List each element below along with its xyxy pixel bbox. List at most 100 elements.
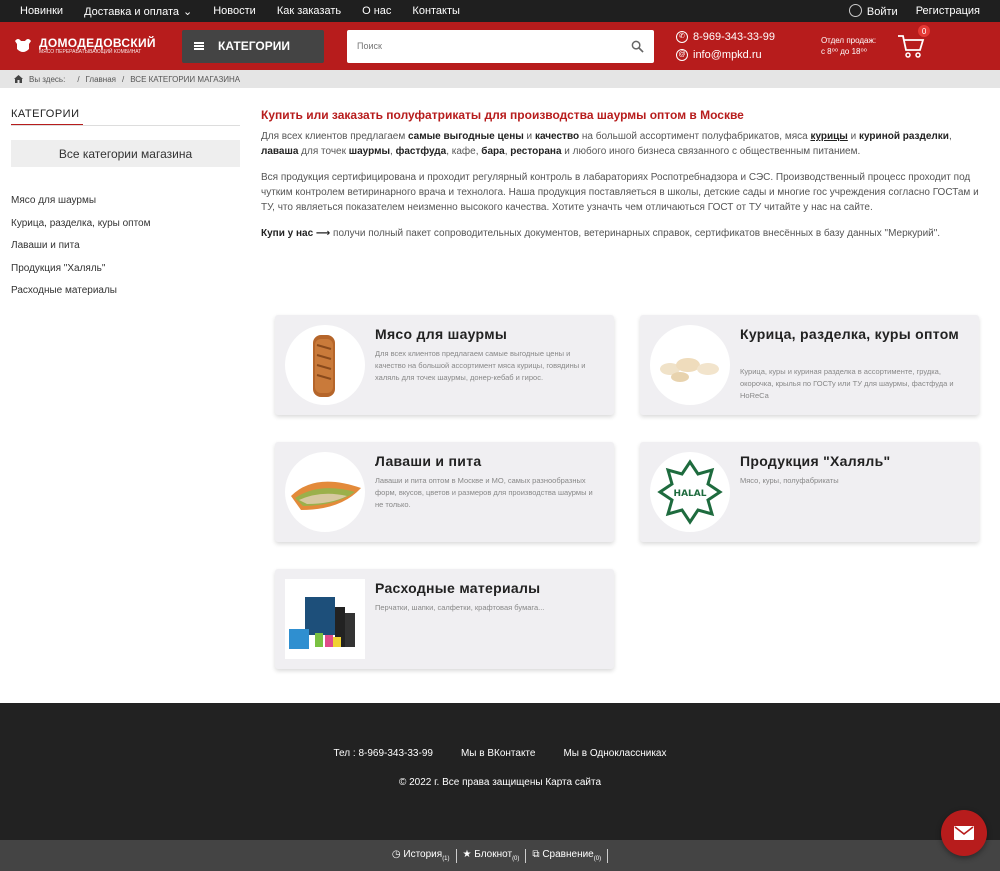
text-bold: бара bbox=[481, 146, 505, 157]
all-categories-button[interactable]: Все категории магазина bbox=[11, 140, 240, 167]
category-card-halal[interactable]: HALAL Продукция "Халяль" Мясо, куры, пол… bbox=[640, 442, 979, 542]
halal-text: HALAL bbox=[674, 489, 707, 499]
history-icon: ◷ bbox=[391, 849, 401, 860]
search-box bbox=[347, 29, 654, 63]
text-span: и bbox=[523, 131, 535, 142]
search-icon[interactable] bbox=[631, 40, 644, 53]
sidebar-item-lavash[interactable]: Лаваши и пита bbox=[11, 240, 240, 263]
home-icon bbox=[14, 75, 23, 83]
nav-item-news[interactable]: Новости bbox=[213, 5, 256, 18]
toolbar-divider bbox=[455, 848, 457, 863]
hamburger-icon bbox=[194, 42, 204, 50]
email-row[interactable]: @ info@mpkd.ru bbox=[676, 46, 775, 64]
text-span: и любого иного бизнеса связанного с обще… bbox=[561, 146, 861, 157]
user-icon bbox=[848, 4, 862, 17]
sales-hours-value: с 8⁰⁰ до 18⁰⁰ bbox=[820, 47, 867, 56]
text-bold: фастфуда bbox=[395, 146, 447, 157]
nav-item-delivery-label: Доставка и оплата bbox=[84, 5, 179, 18]
text-bold: куриной разделки bbox=[859, 131, 949, 142]
footer-ok-link[interactable]: Мы в Одноклассниках bbox=[563, 748, 666, 759]
nav-item-delivery[interactable]: Доставка и оплата ⌄ bbox=[84, 5, 192, 18]
supplies-image bbox=[285, 579, 365, 659]
sidebar-item-chicken[interactable]: Курица, разделка, куры оптом bbox=[11, 218, 240, 241]
site-header: ДОМОДЕДОВСКИЙ МЯСО ПЕРЕРАБАТЫВАЮЩИЙ КОМБ… bbox=[0, 22, 1000, 70]
text-bold: самые выгодные цены bbox=[408, 131, 524, 142]
card-title: Мясо для шаурмы bbox=[375, 326, 508, 342]
doner-meat-image bbox=[285, 325, 365, 405]
login-label: Войти bbox=[866, 6, 898, 18]
category-card-shawarma-meat[interactable]: Мясо для шаурмы Для всех клиентов предла… bbox=[275, 315, 614, 415]
card-title: Лаваши и пита bbox=[375, 453, 482, 469]
notebook-label: Блокнот bbox=[474, 849, 513, 860]
history-count: (1) bbox=[442, 856, 450, 862]
intro-paragraph: Для всех клиентов предлагаем самые выгод… bbox=[261, 129, 981, 159]
login-link[interactable]: Войти bbox=[848, 4, 898, 18]
card-description: Перчатки, шапки, салфетки, крафтовая бум… bbox=[375, 603, 545, 612]
site-footer: Тел : 8-969-343-33-99 Мы в ВКонтакте Мы … bbox=[0, 703, 1000, 840]
sidebar-item-shawarma-meat[interactable]: Мясо для шаурмы bbox=[11, 195, 240, 218]
toolbar-divider bbox=[607, 848, 609, 863]
category-card-chicken[interactable]: Курица, разделка, куры оптом Курица, кур… bbox=[640, 315, 979, 415]
main-content: Купить или заказать полуфатрикаты для пр… bbox=[261, 108, 981, 252]
text-bold: шаурмы bbox=[348, 146, 391, 157]
message-button[interactable] bbox=[941, 810, 987, 856]
compare-link[interactable]: ⧉ Сравнение(0) bbox=[532, 849, 601, 862]
breadcrumb-separator: / bbox=[122, 74, 125, 84]
compare-count: (0) bbox=[593, 856, 602, 862]
categories-button[interactable]: КАТЕГОРИИ bbox=[182, 29, 324, 63]
documents-paragraph: Купи у нас ⟶ получи полный пакет сопрово… bbox=[261, 226, 981, 241]
sales-hours-label: Отдел продаж: bbox=[820, 36, 877, 45]
nav-item-new[interactable]: Новинки bbox=[20, 5, 63, 18]
breadcrumb-home[interactable]: Главная bbox=[86, 75, 116, 84]
phone-icon: ✆ bbox=[676, 31, 688, 43]
breadcrumb-label: Вы здесь: bbox=[29, 74, 66, 84]
text-span: и bbox=[847, 131, 859, 142]
sidebar-item-supplies[interactable]: Расходные материалы bbox=[11, 285, 240, 308]
chevron-down-icon: ⌄ bbox=[183, 5, 193, 18]
compare-icon: ⧉ bbox=[532, 849, 540, 860]
logo-subtitle: МЯСО ПЕРЕРАБАТЫВАЮЩИЙ КОМБИНАТ bbox=[39, 49, 142, 55]
notebook-link[interactable]: ★ Блокнот(0) bbox=[463, 849, 520, 862]
sidebar-title: КАТЕГОРИИ bbox=[11, 108, 83, 126]
register-link[interactable]: Регистрация bbox=[916, 5, 980, 17]
footer-phone[interactable]: Тел : 8-969-343-33-99 bbox=[334, 748, 433, 759]
cart-button[interactable]: 0 bbox=[896, 25, 931, 61]
logo[interactable]: ДОМОДЕДОВСКИЙ МЯСО ПЕРЕРАБАТЫВАЮЩИЙ КОМБ… bbox=[12, 35, 182, 57]
text-bold: качество bbox=[534, 131, 580, 142]
header-phone: 8-969-343-33-99 bbox=[693, 31, 775, 43]
header-email: info@mpkd.ru bbox=[693, 49, 762, 61]
card-title: Расходные материалы bbox=[375, 580, 541, 596]
nav-item-how-to-order[interactable]: Как заказать bbox=[277, 5, 341, 18]
history-link[interactable]: ◷ История(1) bbox=[392, 849, 450, 862]
phone-row[interactable]: ✆ 8-969-343-33-99 bbox=[676, 28, 775, 46]
sidebar-item-halal[interactable]: Продукция "Халяль" bbox=[11, 263, 240, 286]
text-bold: ресторана bbox=[510, 146, 562, 157]
toolbar-divider bbox=[525, 848, 527, 863]
logo-title: ДОМОДЕДОВСКИЙ bbox=[39, 36, 156, 50]
sidebar-category-list: Мясо для шаурмы Курица, разделка, куры о… bbox=[11, 195, 240, 308]
card-description: Лаваши и пита оптом в Москве и МО, самых… bbox=[375, 476, 593, 509]
category-card-supplies[interactable]: Расходные материалы Перчатки, шапки, сал… bbox=[275, 569, 614, 669]
footer-links: Тел : 8-969-343-33-99 Мы в ВКонтакте Мы … bbox=[0, 748, 1000, 759]
footer-vk-link[interactable]: Мы в ВКонтакте bbox=[461, 748, 536, 759]
page-title: Купить или заказать полуфатрикаты для пр… bbox=[261, 108, 744, 122]
text-span: для точек bbox=[298, 146, 349, 157]
search-input[interactable] bbox=[357, 41, 631, 51]
lavash-image bbox=[285, 452, 365, 532]
card-description: Для всех клиентов предлагаем самые выгод… bbox=[375, 349, 586, 382]
chicken-image bbox=[650, 325, 730, 405]
sidebar: КАТЕГОРИИ Все категории магазина Мясо дл… bbox=[11, 108, 240, 308]
category-card-lavash[interactable]: Лаваши и пита Лаваши и пита оптом в Моск… bbox=[275, 442, 614, 542]
certification-paragraph: Вся продукция сертифицирована и проходит… bbox=[261, 172, 979, 213]
footer-copyright: © 2022 г. Все права защищены Карта сайта bbox=[398, 777, 602, 788]
text-span: , bbox=[948, 131, 952, 142]
top-navigation-bar: Новинки Доставка и оплата ⌄ Новости Как з… bbox=[0, 0, 1000, 22]
text-bold: Купи у нас ⟶ bbox=[261, 228, 331, 239]
email-icon: @ bbox=[676, 49, 688, 61]
text-span: на большой ассортимент полуфабрикатов, м… bbox=[579, 131, 811, 142]
nav-item-about[interactable]: О нас bbox=[362, 5, 391, 18]
text-span: , кафе, bbox=[446, 146, 482, 157]
compare-label: Сравнение bbox=[542, 849, 594, 860]
chicken-link[interactable]: курицы bbox=[810, 131, 847, 142]
nav-item-contacts[interactable]: Контакты bbox=[412, 5, 460, 18]
